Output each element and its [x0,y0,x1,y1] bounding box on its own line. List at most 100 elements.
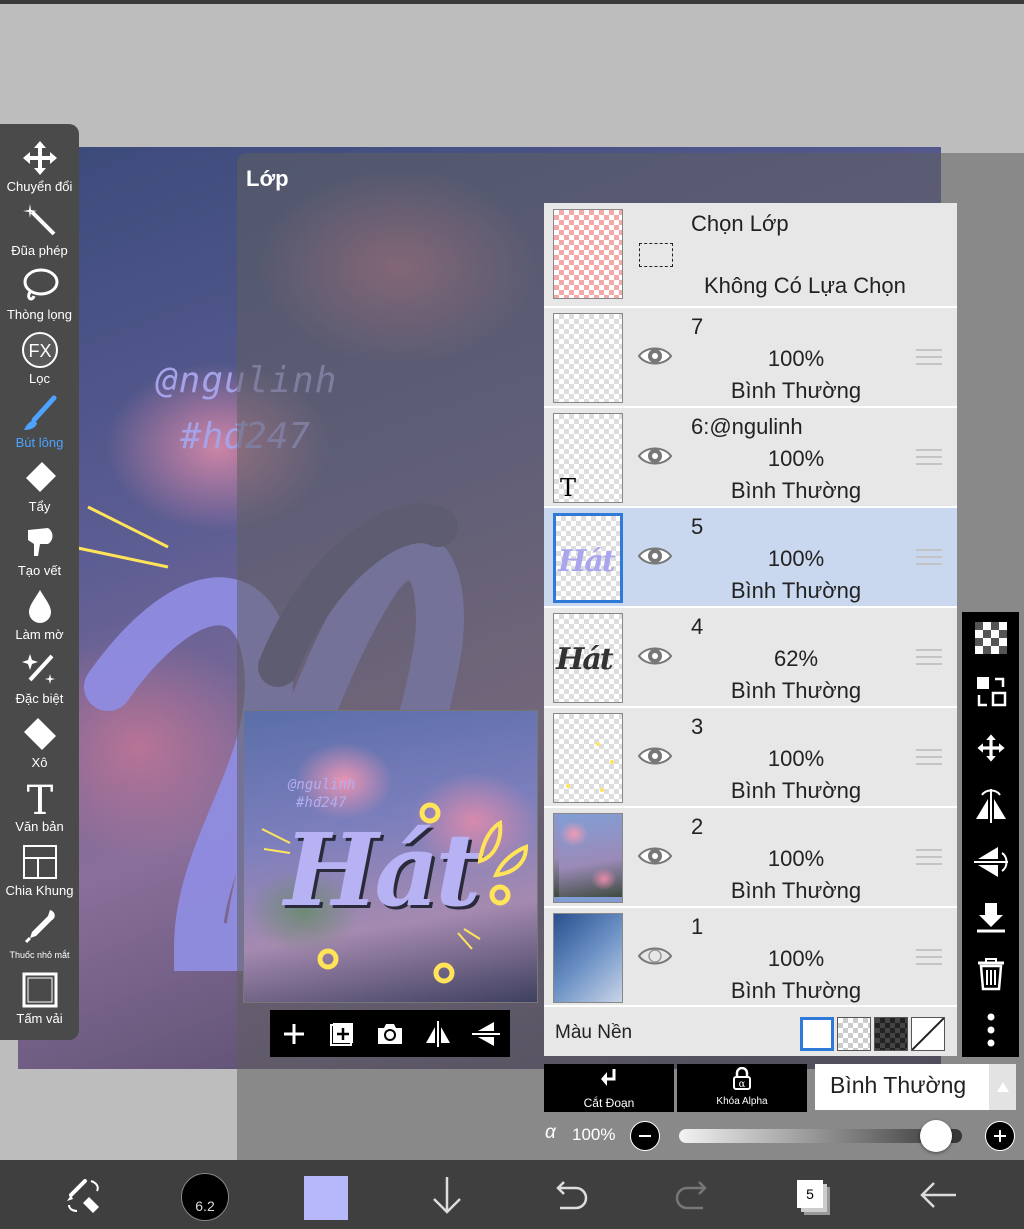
redo-button[interactable] [668,1170,718,1220]
alpha-lock-button[interactable]: α Khóa Alpha [677,1064,807,1112]
redo-icon [675,1181,707,1210]
tool-blur[interactable]: Làm mờ [0,586,79,650]
import-photo-button[interactable] [374,1018,406,1050]
background-none-option[interactable] [911,1017,945,1051]
tool-label: Chia Khung [5,883,74,898]
layer-name: 1 [691,914,704,939]
layer-name: 5 [691,514,704,539]
merge-down-button[interactable] [973,900,1009,936]
visibility-eye-icon[interactable] [638,744,672,768]
tool-smudge[interactable]: Tạo vết [0,522,79,586]
undo-button[interactable] [545,1170,595,1220]
flip-horizontal-button[interactable] [422,1018,454,1050]
clip-arrow-icon [601,1069,616,1086]
layer-transform-button[interactable] [973,674,1009,710]
frame-divider-icon [22,845,57,879]
tool-eyedropper[interactable]: Thuốc nhỏ mắt [0,906,79,970]
layer-opacity: 100% [767,846,825,871]
svg-text:FX: FX [28,341,51,361]
visibility-eye-icon[interactable] [638,844,672,868]
drag-handle-icon[interactable] [916,449,942,467]
tool-filter[interactable]: FX Lọc [0,330,79,394]
tool-label: Thuốc nhỏ mắt [9,950,70,960]
drag-handle-icon[interactable] [916,949,942,967]
layer-row[interactable]: 3 100% Bình Thường [544,706,957,806]
flip-vertical-icon [472,1021,500,1046]
more-options-button[interactable] [973,1012,1009,1048]
layer-preview-thumbnail[interactable]: @ngulinh #hđ247 Hát [243,710,538,1003]
layer-row[interactable]: Hát 4 62% Bình Thường [544,606,957,706]
blend-mode-select[interactable]: Bình Thường [815,1064,989,1110]
tool-move[interactable]: Chuyển đổi [0,138,79,202]
opacity-increase-button[interactable] [985,1121,1015,1151]
tool-label: Bút lông [15,435,64,450]
drag-handle-icon[interactable] [916,849,942,867]
layer-opacity: 62% [773,646,819,671]
tool-label: Tẩy [28,499,51,514]
flip-vertical-button[interactable] [470,1018,502,1050]
background-transparent-light-option[interactable] [837,1017,871,1051]
layers-count-button[interactable]: 5 [797,1180,823,1208]
opacity-slider-handle[interactable] [920,1120,952,1152]
blend-mode-dropdown-button[interactable] [989,1064,1016,1110]
layer-blend-mode: Bình Thường [730,578,862,603]
flip-layer-vertical-button[interactable] [973,844,1009,880]
alpha-lock-label: Khóa Alpha [716,1096,768,1107]
delete-layer-button[interactable] [973,956,1009,992]
layer-row[interactable]: T 6:@ngulinh 100% Bình Thường [544,406,957,506]
selection-layer-row[interactable]: Chọn Lớp Không Có Lựa Chọn [544,203,957,306]
download-down-button[interactable] [422,1170,472,1220]
background-white-option[interactable] [800,1017,834,1051]
layer-blend-mode: Bình Thường [730,478,862,503]
smudge-icon [27,528,52,556]
visibility-eye-icon[interactable] [638,444,672,468]
layer-thumbnail [553,313,623,403]
tool-brush[interactable]: Bút lông [0,394,79,458]
tool-label: Tạo vết [17,563,62,578]
background-transparent-dark-option[interactable] [874,1017,908,1051]
flip-layer-horizontal-button[interactable] [973,788,1009,824]
quick-tools-button[interactable] [58,1170,108,1220]
checkerboard-icon [975,622,1007,654]
blur-icon [28,590,51,623]
move-layer-button[interactable] [973,730,1009,766]
layer-row[interactable]: 7 100% Bình Thường [544,306,957,406]
drag-handle-icon[interactable] [916,749,942,767]
tool-magic-wand[interactable]: Đũa phép [0,202,79,266]
duplicate-layer-button[interactable] [326,1018,358,1050]
tool-frame-divider[interactable]: Chia Khung [0,842,79,906]
tool-eraser[interactable]: Tẩy [0,458,79,522]
back-button[interactable] [913,1170,963,1220]
drag-handle-icon[interactable] [916,349,942,367]
drag-handle-icon[interactable] [916,649,942,667]
layer-blend-mode: Bình Thường [730,878,862,903]
layer-row[interactable]: Hát 5 100% Bình Thường [544,506,957,606]
tool-text[interactable]: T Văn bản [0,778,79,842]
brush-eraser-swap-icon [67,1179,99,1213]
visibility-eye-icon[interactable] [638,544,672,568]
diagonal-slash-icon [911,1017,945,1051]
tool-lasso[interactable]: Thòng lọng [0,266,79,330]
tool-canvas[interactable]: Tấm vải [0,970,79,1034]
drag-handle-icon[interactable] [916,549,942,567]
bottom-toolbar [0,1160,1024,1229]
canvas-icon [22,972,57,1008]
visibility-eye-icon[interactable] [638,344,672,368]
visibility-eye-icon[interactable] [638,644,672,668]
layer-row[interactable]: 1 100% Bình Thường [544,906,957,1006]
trash-icon [978,958,1004,991]
clipping-button[interactable]: Cắt Đoạn [544,1064,674,1112]
opacity-decrease-button[interactable] [630,1121,660,1151]
eraser-icon [25,462,56,492]
transparency-button[interactable] [973,620,1009,656]
plus-icon [284,1023,304,1044]
current-color-swatch[interactable] [304,1176,348,1220]
tool-special[interactable]: Đặc biệt [0,650,79,714]
visibility-eye-icon[interactable] [638,944,672,968]
layer-row[interactable]: 2 100% Bình Thường [544,806,957,906]
tool-bucket[interactable]: Xô [0,714,79,778]
brush-size-button[interactable]: 6.2 [181,1173,229,1221]
layer-thumbnail: T [553,413,623,503]
layer-thumbnail: Hát [553,513,623,603]
add-layer-button[interactable] [278,1018,310,1050]
